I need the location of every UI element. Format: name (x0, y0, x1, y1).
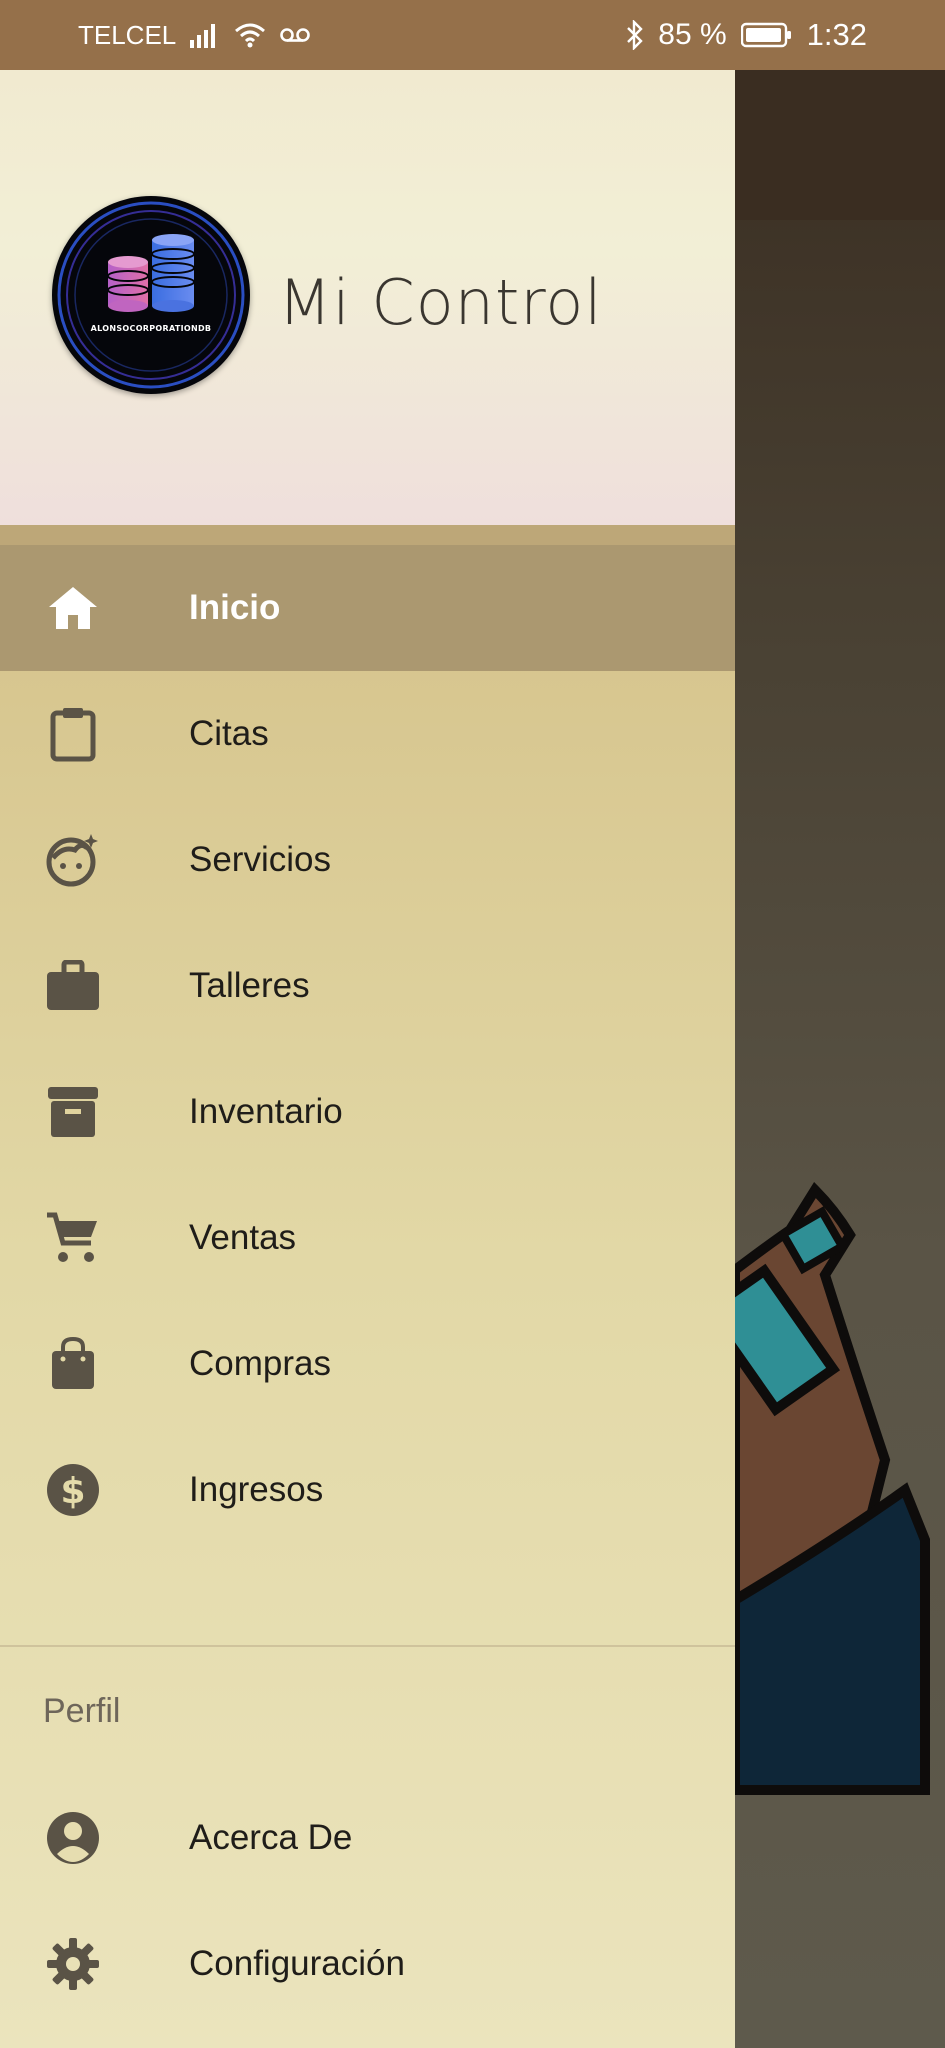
clipboard-icon (45, 706, 101, 762)
bluetooth-icon (626, 20, 644, 50)
voicemail-icon (280, 27, 311, 43)
app-title: Mi Control (278, 266, 603, 339)
menu-divider (0, 1645, 735, 1647)
status-bar: TELCEL 85 % 1:32 (0, 0, 945, 70)
settings-gear-icon (45, 1936, 101, 1992)
menu-item-label: Inventario (189, 1092, 343, 1131)
menu-item-citas[interactable]: Citas (0, 671, 735, 797)
app-logo: ALONSOCORPORATIONDB (52, 196, 250, 394)
background-app-scrim[interactable] (735, 70, 945, 2048)
section-label-perfil: Perfil (43, 1692, 121, 1730)
navigation-drawer: ALONSOCORPORATIONDB Mi Control Inicio Ci… (0, 70, 735, 2048)
menu-item-configuracion[interactable]: Configuración (0, 1901, 735, 2027)
menu-item-label: Servicios (189, 840, 331, 879)
menu-item-ventas[interactable]: Ventas (0, 1175, 735, 1301)
svg-text:$: $ (60, 1471, 85, 1512)
menu-item-label: Compras (189, 1344, 331, 1383)
logo-text: ALONSOCORPORATIONDB (90, 324, 212, 333)
menu-item-ingresos[interactable]: $ Ingresos (0, 1427, 735, 1553)
face-icon (45, 832, 101, 888)
battery-icon (740, 22, 793, 48)
battery-percent: 85 % (658, 18, 727, 51)
wifi-icon (234, 22, 266, 48)
clock: 1:32 (806, 17, 867, 52)
signal-icon (190, 22, 220, 48)
menu-item-label: Citas (189, 714, 269, 753)
menu-item-servicios[interactable]: Servicios (0, 797, 735, 923)
profile-menu: Acerca De Configuración (0, 1775, 735, 2027)
menu-item-label: Ventas (189, 1218, 297, 1257)
briefcase-icon (45, 958, 101, 1014)
status-bar-left: TELCEL (78, 19, 311, 51)
background-illustration (735, 70, 945, 1795)
home-icon (45, 580, 101, 636)
menu-item-label: Talleres (189, 966, 310, 1005)
archive-box-icon (45, 1084, 101, 1140)
menu-item-label: Configuración (189, 1944, 405, 1983)
account-circle-icon (45, 1810, 101, 1866)
menu-item-inicio[interactable]: Inicio (0, 545, 735, 671)
shopping-cart-icon (45, 1210, 101, 1266)
menu-item-compras[interactable]: Compras (0, 1301, 735, 1427)
database-icon (57, 201, 245, 389)
menu-item-acerca-de[interactable]: Acerca De (0, 1775, 735, 1901)
menu-item-label: Acerca De (189, 1818, 353, 1857)
menu-item-label: Inicio (189, 588, 281, 627)
drawer-header: ALONSOCORPORATIONDB Mi Control (0, 70, 735, 525)
carrier-name: TELCEL (78, 19, 177, 50)
dollar-icon: $ (45, 1462, 101, 1518)
status-bar-right: 85 % 1:32 (626, 17, 867, 53)
menu-item-talleres[interactable]: Talleres (0, 923, 735, 1049)
shopping-bag-icon (45, 1336, 101, 1392)
menu-item-inventario[interactable]: Inventario (0, 1049, 735, 1175)
main-menu: Inicio Citas Servicios Talleres Inventar… (0, 545, 735, 1553)
header-divider (0, 525, 735, 545)
menu-item-label: Ingresos (189, 1470, 324, 1509)
